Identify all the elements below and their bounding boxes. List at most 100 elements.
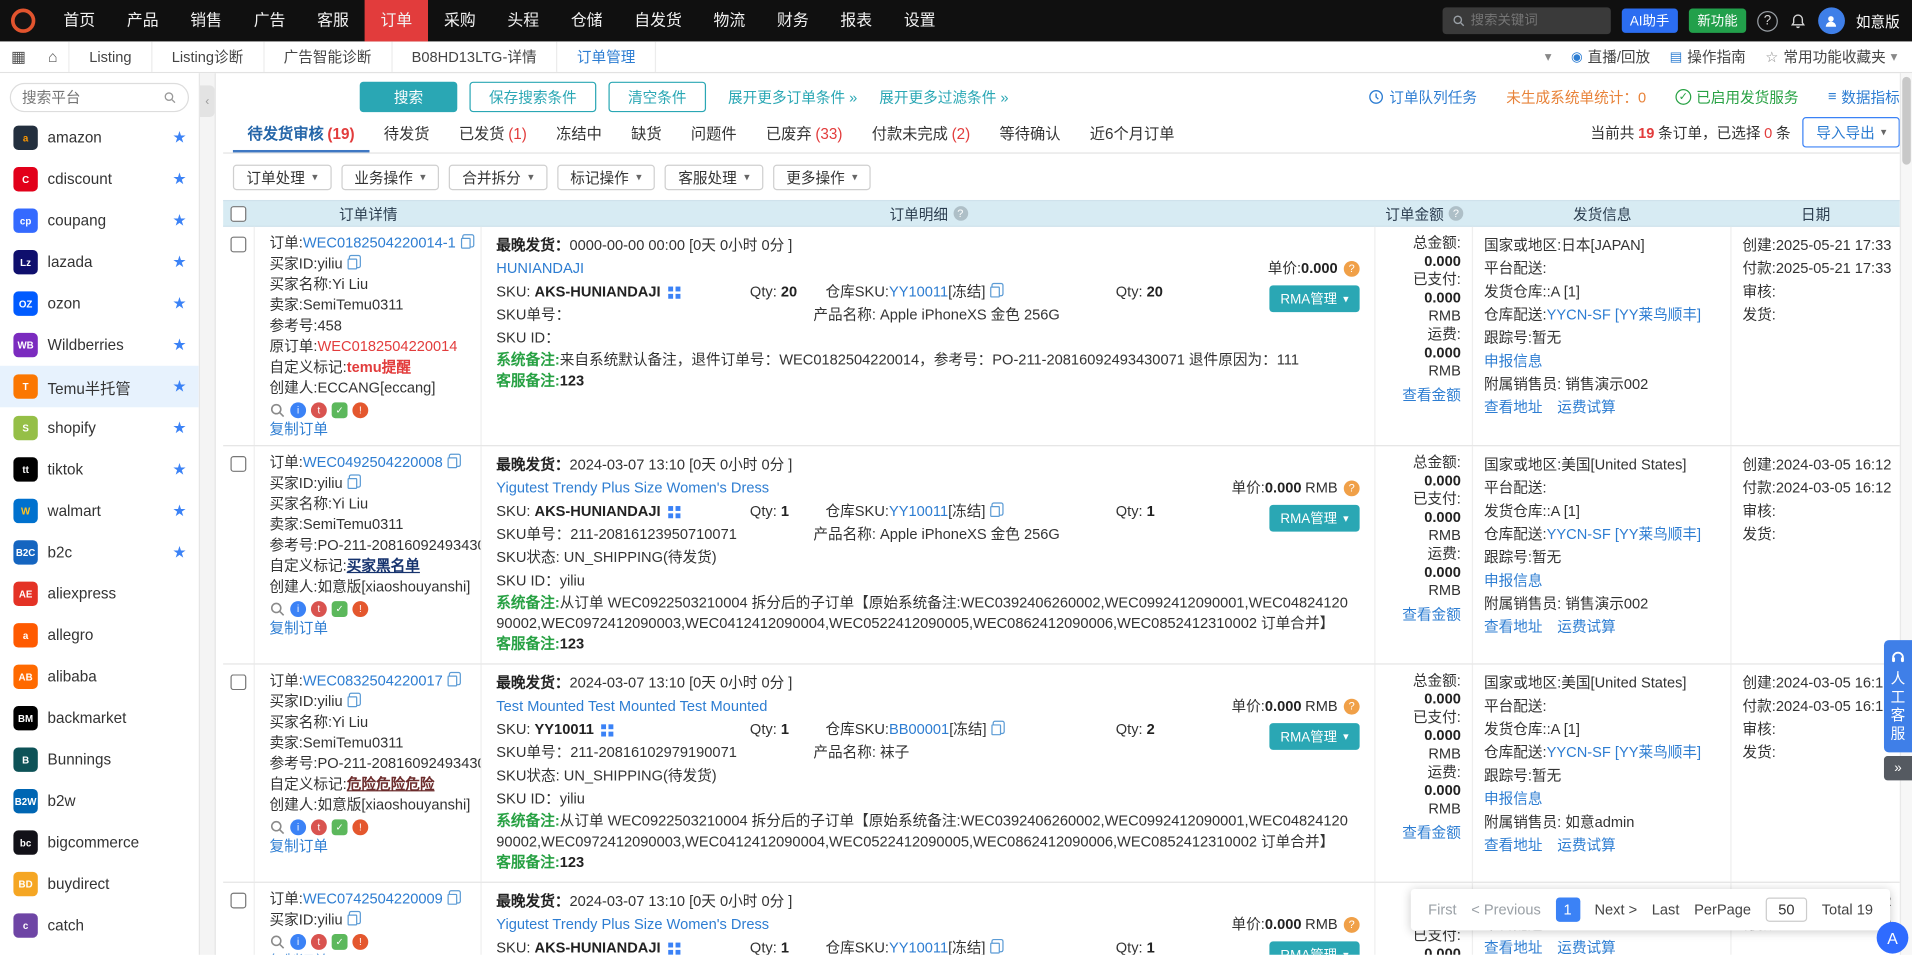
action-dropdown-button[interactable]: 更多操作▾ — [773, 165, 871, 191]
warehouse-sku-link[interactable]: BB00001 — [889, 721, 949, 738]
price-help-icon[interactable]: ? — [1344, 260, 1360, 276]
platform-item[interactable]: a allegro — [0, 615, 199, 656]
rma-button[interactable]: RMA管理▾ — [1269, 723, 1359, 750]
first-page-button[interactable]: First — [1428, 901, 1456, 918]
nav-menu-item[interactable]: 报表 — [825, 0, 888, 41]
alert-icon[interactable]: ! — [352, 933, 368, 949]
nav-menu-item[interactable]: 采购 — [428, 0, 491, 41]
row-checkbox[interactable] — [230, 893, 246, 909]
platform-item[interactable]: B Bunnings — [0, 739, 199, 780]
status-tab[interactable]: 近6个月订单 — [1075, 113, 1189, 152]
bell-icon[interactable] — [1789, 12, 1807, 30]
row-checkbox[interactable] — [230, 674, 246, 690]
freight-calc-link[interactable]: 运费试算 — [1557, 616, 1616, 639]
help-icon[interactable]: ? — [1757, 10, 1778, 31]
platform-item[interactable]: cp coupang ★ — [0, 200, 199, 241]
user-avatar[interactable] — [1818, 7, 1845, 34]
sidebar-collapse-handle[interactable]: ‹ — [200, 85, 215, 117]
collapse-panel-button[interactable]: » — [1884, 756, 1912, 780]
log-icon[interactable]: i — [290, 402, 306, 418]
copy-icon[interactable] — [991, 724, 1001, 735]
platform-item[interactable]: AB alibaba — [0, 656, 199, 697]
history-icon[interactable]: t — [311, 819, 327, 835]
warehouse-sku-link[interactable]: YY10011 — [889, 283, 948, 300]
more-order-conditions-link[interactable]: 展开更多订单条件 » — [728, 86, 857, 107]
more-filter-conditions-link[interactable]: 展开更多过滤条件 » — [879, 86, 1008, 107]
status-tab[interactable]: 冻结中 — [541, 113, 616, 152]
workspace-tab[interactable]: Listing诊断 — [151, 41, 263, 71]
view-address-link[interactable]: 查看地址 — [1484, 396, 1543, 419]
alert-icon[interactable]: ! — [352, 402, 368, 418]
workspace-tab[interactable]: 订单管理 — [556, 41, 656, 71]
scrollbar-thumb[interactable] — [1902, 77, 1911, 165]
copy-icon[interactable] — [990, 287, 1000, 298]
platform-search-input[interactable] — [22, 89, 159, 106]
shipping-service-status[interactable]: ✓ 已启用发货服务 — [1675, 86, 1798, 107]
platform-item[interactable]: OZ ozon ★ — [0, 283, 199, 324]
live-replay-link[interactable]: ◉直播/回放 — [1571, 46, 1650, 67]
app-logo[interactable] — [11, 9, 35, 33]
info-icon[interactable]: ? — [953, 206, 968, 221]
vertical-scrollbar[interactable] — [1900, 73, 1912, 955]
clear-filter-button[interactable]: 清空条件 — [609, 81, 707, 111]
nav-menu-item[interactable]: 头程 — [492, 0, 555, 41]
star-icon[interactable]: ★ — [172, 418, 186, 438]
history-icon[interactable]: t — [311, 402, 327, 418]
warehouse-sku-link[interactable]: YY10011 — [889, 502, 948, 519]
apps-grid-icon[interactable]: ▦ — [0, 47, 37, 67]
copy-icon[interactable] — [348, 259, 358, 270]
global-search-input[interactable] — [1471, 13, 1601, 28]
platform-item[interactable]: a amazon ★ — [0, 117, 199, 158]
nav-menu-item[interactable]: 广告 — [238, 0, 301, 41]
new-feature-badge[interactable]: 新功能 — [1689, 9, 1746, 33]
copy-order-link[interactable]: 复制订单 — [269, 419, 473, 439]
alert-icon[interactable]: ! — [352, 601, 368, 617]
row-checkbox[interactable] — [230, 237, 246, 253]
action-dropdown-button[interactable]: 业务操作▾ — [341, 165, 439, 191]
price-help-icon[interactable]: ? — [1344, 698, 1360, 714]
status-tab[interactable]: 待发货 — [369, 113, 444, 152]
nav-menu-item[interactable]: 财务 — [761, 0, 824, 41]
nav-menu-item[interactable]: 物流 — [698, 0, 761, 41]
package-icon[interactable]: ✓ — [332, 933, 348, 949]
nav-menu-item[interactable]: 产品 — [111, 0, 174, 41]
nav-menu-item[interactable]: 销售 — [174, 0, 237, 41]
magnifier-icon[interactable] — [269, 601, 285, 617]
star-icon[interactable]: ★ — [172, 169, 186, 189]
log-icon[interactable]: i — [290, 819, 306, 835]
star-icon[interactable]: ★ — [172, 294, 186, 314]
price-help-icon[interactable]: ? — [1344, 916, 1360, 932]
favorites-link[interactable]: ☆常用功能收藏夹▾ — [1765, 46, 1897, 67]
workspace-tab[interactable]: Listing — [68, 41, 151, 71]
copy-icon[interactable] — [448, 457, 458, 468]
select-all-checkbox[interactable] — [230, 205, 246, 221]
freight-calc-link[interactable]: 运费试算 — [1557, 936, 1616, 954]
nav-menu-item[interactable]: 设置 — [888, 0, 951, 41]
platform-item[interactable]: WB Wildberries ★ — [0, 324, 199, 365]
rma-button[interactable]: RMA管理▾ — [1269, 285, 1359, 312]
copy-order-link[interactable]: 复制订单 — [269, 951, 473, 955]
view-amount-link[interactable]: 查看金额 — [1386, 822, 1460, 843]
user-name[interactable]: 如意版 — [1856, 10, 1900, 31]
copy-icon[interactable] — [348, 915, 358, 926]
copy-icon[interactable] — [348, 696, 358, 707]
view-amount-link[interactable]: 查看金额 — [1386, 604, 1460, 625]
info-icon[interactable]: ? — [1449, 206, 1464, 221]
data-metrics-link[interactable]: ≡ 数据指标 — [1828, 86, 1900, 107]
platform-item[interactable]: S shopify ★ — [0, 407, 199, 448]
ungenerated-orders-stat[interactable]: 未生成系统单统计：0 — [1506, 86, 1646, 107]
save-filter-button[interactable]: 保存搜索条件 — [469, 81, 596, 111]
variant-grid-icon[interactable] — [668, 287, 673, 292]
previous-page-button[interactable]: < Previous — [1471, 901, 1541, 918]
log-icon[interactable]: i — [290, 601, 306, 617]
star-icon[interactable]: ★ — [172, 501, 186, 521]
status-tab[interactable]: 待发货审核(19) — [233, 113, 369, 152]
product-title-link[interactable]: HUNIANDAJI — [496, 257, 1362, 280]
star-icon[interactable]: ★ — [172, 211, 186, 231]
global-search[interactable] — [1442, 7, 1610, 34]
star-icon[interactable]: ★ — [172, 377, 186, 397]
status-tab[interactable]: 问题件 — [676, 113, 751, 152]
status-tab[interactable]: 等待确认 — [985, 113, 1075, 152]
magnifier-icon[interactable] — [269, 402, 285, 418]
star-icon[interactable]: ★ — [172, 543, 186, 563]
